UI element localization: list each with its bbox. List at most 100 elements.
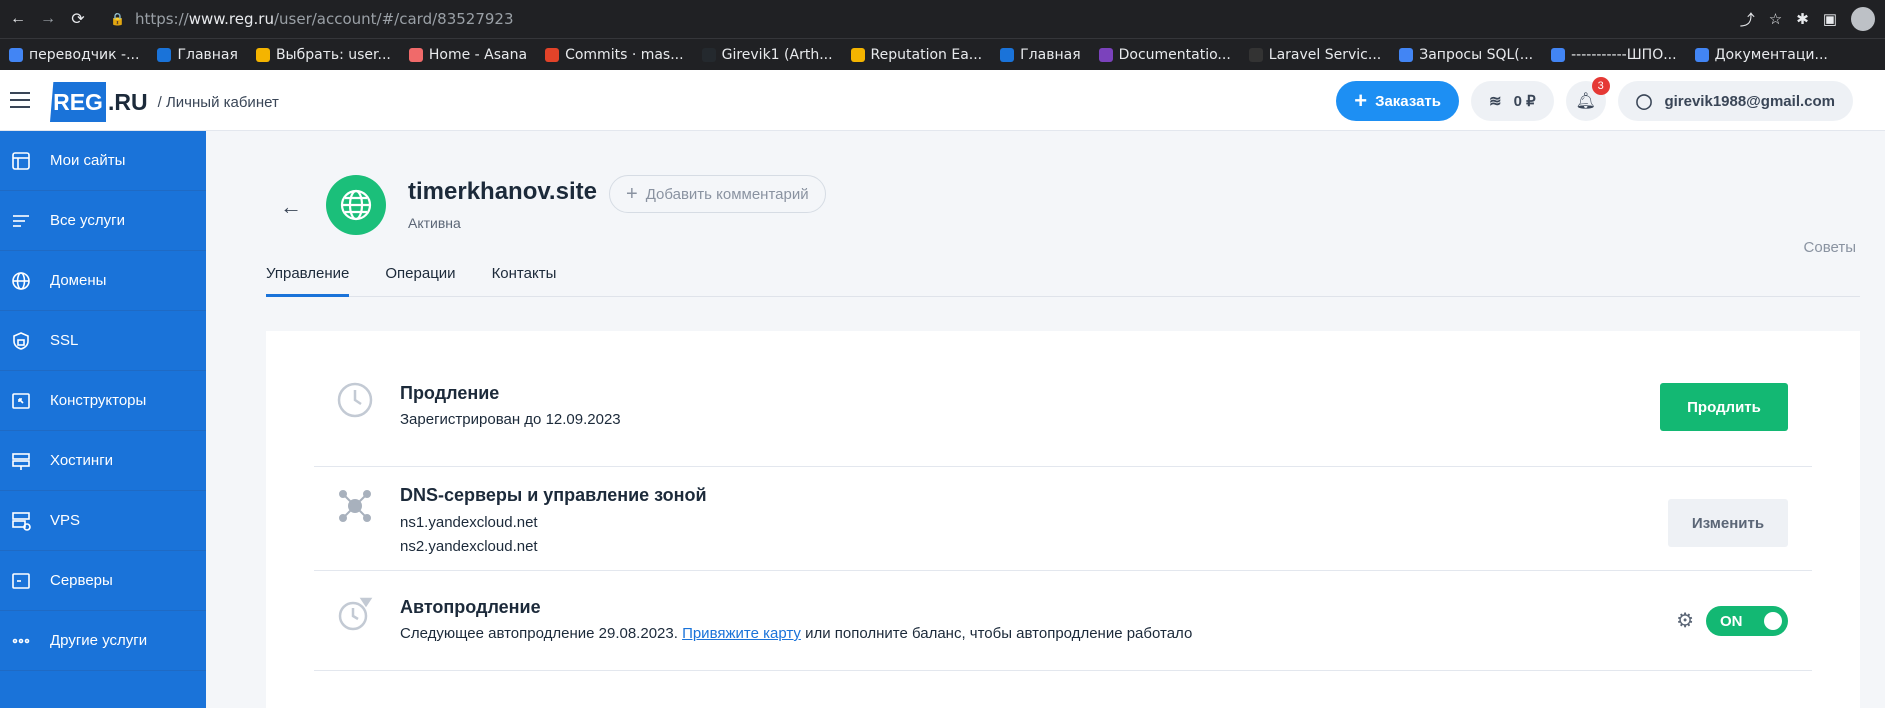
extensions-icon[interactable]: ✱ <box>1796 10 1809 28</box>
sidebar-item-label: VPS <box>50 512 81 529</box>
add-comment-label: Добавить комментарий <box>645 185 809 203</box>
toggle-knob <box>1764 612 1782 630</box>
sidebar-item[interactable]: Хостинги <box>0 431 206 491</box>
dns-title: DNS-серверы и управление зоной <box>400 485 707 505</box>
bookmark-favicon-icon <box>850 47 865 62</box>
user-menu[interactable]: ◯ girevik1988@gmail.com <box>1617 81 1853 121</box>
sidebar-item[interactable]: Мои сайты <box>0 131 206 191</box>
globe-icon <box>326 175 386 235</box>
tab-operations[interactable]: Операции <box>385 259 455 297</box>
sidebar-item[interactable]: VPS <box>0 491 206 551</box>
bookmark-label: Home - Asana <box>428 46 528 63</box>
autorenew-text: Следующее автопродление 29.08.2023. Прив… <box>400 625 1192 642</box>
bookmark-item[interactable]: Главная <box>148 47 246 63</box>
sidebar-item[interactable]: Другие услуги <box>0 611 206 671</box>
balance-value: 0 ₽ <box>1513 93 1536 110</box>
autorenew-toggle[interactable]: ON <box>1706 606 1788 636</box>
plus-icon: + <box>1354 88 1368 113</box>
list-icon <box>10 210 32 232</box>
bookmark-item[interactable]: Reputation Ea... <box>842 47 992 63</box>
dns-row: DNS-серверы и управление зоной ns1.yande… <box>314 467 1812 571</box>
globe-icon <box>10 270 32 292</box>
sidebar-item[interactable]: SSL <box>0 311 206 371</box>
bookmark-label: Главная <box>1020 46 1081 63</box>
bookmark-item[interactable]: Laravel Servic... <box>1240 47 1390 63</box>
bookmark-favicon-icon <box>1248 47 1263 62</box>
domain-title: timerkhanov.site <box>408 178 597 205</box>
bookmark-label: переводчик -... <box>29 46 140 63</box>
sidebar-item[interactable]: Все услуги <box>0 191 206 251</box>
lock-icon: 🔒 <box>110 12 125 26</box>
order-button[interactable]: + Заказать <box>1336 81 1460 121</box>
bookmark-favicon-icon <box>9 47 23 62</box>
bookmark-item[interactable]: -----------ШПО... <box>1542 47 1685 63</box>
bookmark-item[interactable]: переводчик -... <box>0 47 148 63</box>
forward-arrow-icon[interactable]: → <box>36 7 60 31</box>
ssl-shield-icon <box>10 330 32 352</box>
hosting-icon <box>10 450 32 472</box>
bookmark-label: Главная <box>177 46 238 63</box>
autorenew-next-date: Следующее автопродление 29.08.2023. <box>400 625 678 642</box>
add-comment-button[interactable]: + Добавить комментарий <box>609 175 826 213</box>
back-arrow-icon[interactable]: ← <box>6 7 30 31</box>
bookmark-favicon-icon <box>408 47 423 62</box>
url-host: www.reg.ru <box>188 10 274 28</box>
bookmark-favicon-icon <box>701 47 716 62</box>
balance-button[interactable]: ≋ 0 ₽ <box>1471 81 1554 121</box>
bookmark-item[interactable]: Запросы SQL(... <box>1390 47 1542 63</box>
star-icon[interactable]: ☆ <box>1769 10 1782 28</box>
order-label: Заказать <box>1375 92 1442 110</box>
logo-suffix: .RU <box>108 88 148 115</box>
bookmarks-bar: переводчик -... Главная Выбрать: user... Ho… <box>0 38 1885 70</box>
sidebar-item-label: Все услуги <box>50 212 125 229</box>
dns-ns1: ns1.yandexcloud.net <box>400 514 538 531</box>
change-dns-button[interactable]: Изменить <box>1668 499 1788 547</box>
plus-icon: + <box>626 182 638 205</box>
bookmark-label: Girevik1 (Arth... <box>721 46 833 63</box>
notification-badge: 3 <box>1591 77 1610 95</box>
sidebar-item[interactable]: Конструкторы <box>0 371 206 431</box>
bookmark-label: Документаци... <box>1714 46 1828 63</box>
more-dots-icon <box>10 630 32 652</box>
domain-status: Активна <box>408 215 461 231</box>
bookmark-item[interactable]: Выбрать: user... <box>247 47 400 63</box>
autorenew-title: Автопродление <box>400 597 541 617</box>
link-card-link[interactable]: Привяжите карту <box>682 625 801 642</box>
site-logo[interactable]: REG .RU / Личный кабинет <box>50 82 279 122</box>
back-arrow-icon[interactable]: ← <box>280 194 302 220</box>
address-bar[interactable]: 🔒 https://www.reg.ru/user/account/#/card… <box>110 5 1710 33</box>
share-icon[interactable]: ⤴ <box>1740 9 1755 30</box>
clock-icon <box>337 382 373 418</box>
sites-icon <box>10 150 32 172</box>
profile-avatar[interactable] <box>1851 7 1875 31</box>
user-icon: ◯ <box>1635 93 1653 110</box>
reload-icon[interactable]: ⟳ <box>66 7 90 31</box>
tips-link[interactable]: Советы <box>1804 239 1856 256</box>
gear-icon[interactable]: ⚙ <box>1676 608 1694 633</box>
bookmark-item[interactable]: Commits · mas... <box>536 47 693 63</box>
sidepanel-icon[interactable]: ▣ <box>1823 10 1837 28</box>
breadcrumb[interactable]: / Личный кабинет <box>158 94 279 111</box>
tab-contacts[interactable]: Контакты <box>492 259 557 297</box>
browser-toolbar: ← → ⟳ 🔒 https://www.reg.ru/user/account/… <box>0 0 1885 38</box>
notifications-button[interactable]: 🔔︎ 3 <box>1565 77 1610 121</box>
bookmark-favicon-icon <box>1694 47 1709 62</box>
tab-management[interactable]: Управление <box>266 259 350 297</box>
bookmark-item[interactable]: Home - Asana <box>400 47 536 63</box>
sidebar: Мои сайты Все услуги Домены SSL Конструкторы… <box>0 131 206 708</box>
bookmark-favicon-icon <box>255 47 270 62</box>
bookmark-favicon-icon <box>1399 47 1414 62</box>
menu-icon[interactable] <box>10 92 30 108</box>
sidebar-item-label: Серверы <box>50 572 113 589</box>
renew-button[interactable]: Продлить <box>1660 383 1788 431</box>
sidebar-item[interactable]: Серверы <box>0 551 206 611</box>
renewal-title: Продление <box>400 383 500 403</box>
bookmark-item[interactable]: Documentatio... <box>1090 47 1240 63</box>
bookmark-favicon-icon <box>157 47 172 62</box>
bookmark-item[interactable]: Girevik1 (Arth... <box>693 47 842 63</box>
bookmark-label: Documentatio... <box>1118 46 1231 63</box>
sidebar-item-label: Конструкторы <box>50 392 147 409</box>
sidebar-item[interactable]: Домены <box>0 251 206 311</box>
bookmark-item[interactable]: Документаци... <box>1686 47 1837 63</box>
bookmark-item[interactable]: Главная <box>991 47 1089 63</box>
